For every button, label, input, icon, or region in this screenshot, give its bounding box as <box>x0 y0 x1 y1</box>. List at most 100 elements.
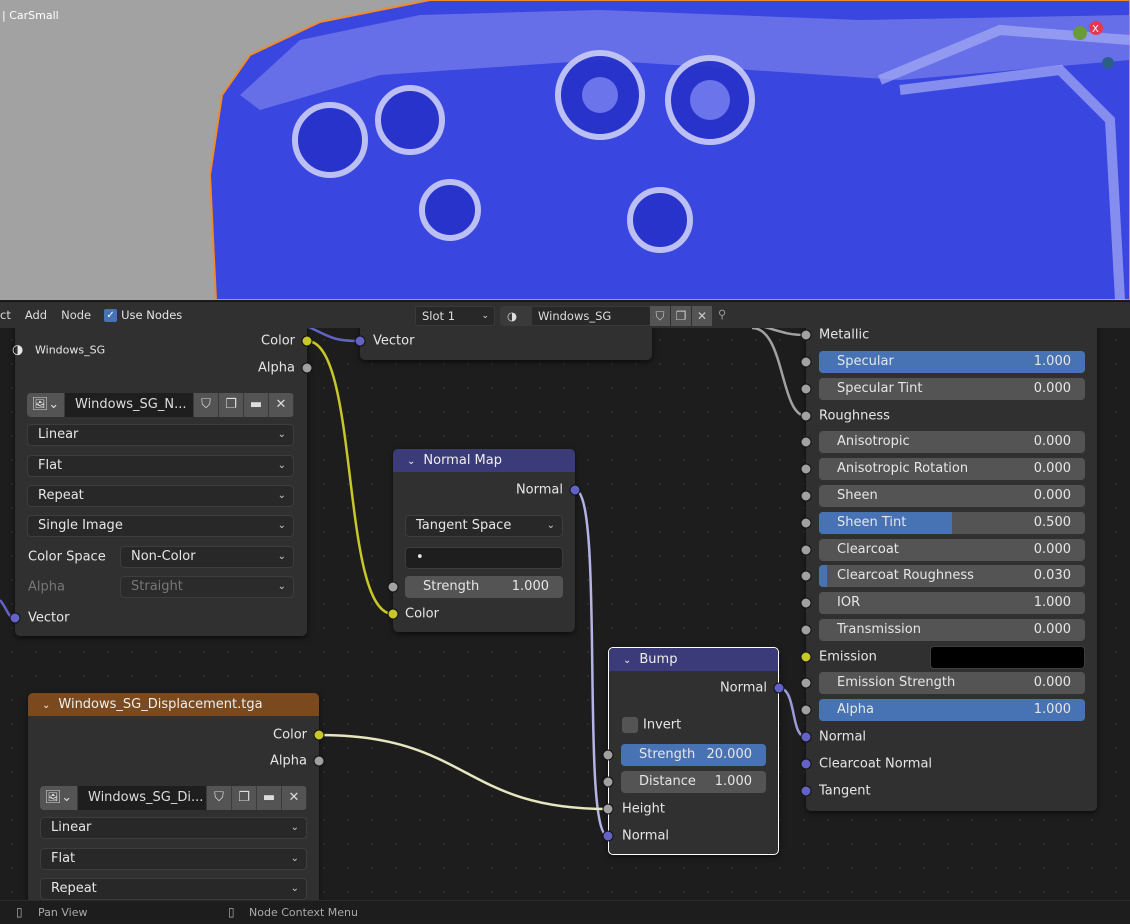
invert-checkbox[interactable] <box>622 717 638 733</box>
strength-slider[interactable]: Strength 1.000 <box>405 576 563 598</box>
image-name-field[interactable]: Windows_SG_Di... <box>78 786 207 810</box>
open-folder-icon[interactable]: ▬ <box>244 393 269 417</box>
clearcoat-normal-input-socket[interactable] <box>800 758 812 770</box>
normal-input-socket[interactable] <box>602 830 614 842</box>
use-nodes-toggle[interactable]: ✓ Use Nodes <box>104 308 182 322</box>
clearcoat-input-socket[interactable] <box>800 544 812 556</box>
image-name-field[interactable]: Windows_SG_N... <box>65 393 194 417</box>
strength-slider[interactable]: Strength 20.000 <box>621 744 766 766</box>
distance-slider[interactable]: Distance 1.000 <box>621 771 766 793</box>
space-dropdown[interactable]: Tangent Space ⌄ <box>405 515 563 537</box>
fake-user-shield-icon[interactable]: ⛉ <box>650 306 670 326</box>
emission-input-socket[interactable] <box>800 651 812 663</box>
node-header[interactable]: ⌄ Normal Map <box>393 449 575 472</box>
menu-select[interactable]: ct <box>0 308 11 322</box>
interpolation-dropdown[interactable]: Linear ⌄ <box>40 817 307 839</box>
socket-label: Alpha <box>258 360 295 376</box>
material-browse-button[interactable]: ◑ <box>500 306 532 326</box>
collapse-chevron-icon[interactable]: ⌄ <box>42 700 50 711</box>
pin-icon[interactable]: ⚲ <box>718 307 726 321</box>
checkbox-checked-icon[interactable]: ✓ <box>104 308 118 322</box>
clearcoat-roughness-slider[interactable]: Clearcoat Roughness 0.030 <box>819 565 1085 587</box>
menu-add[interactable]: Add <box>25 308 47 322</box>
anisotropic-rotation-input-socket[interactable] <box>800 463 812 475</box>
interpolation-dropdown[interactable]: Linear ⌄ <box>27 424 294 446</box>
color-input-socket[interactable] <box>387 608 399 620</box>
ior-slider[interactable]: IOR 1.000 <box>819 592 1085 614</box>
emission-color-swatch[interactable] <box>930 646 1085 669</box>
specular-tint-input-socket[interactable] <box>800 383 812 395</box>
color-output-socket[interactable] <box>301 335 313 347</box>
collapse-chevron-icon[interactable]: ⌄ <box>623 655 631 666</box>
transmission-input-socket[interactable] <box>800 624 812 636</box>
material-name-field[interactable]: Windows_SG <box>531 306 651 326</box>
sheen-input-socket[interactable] <box>800 490 812 502</box>
transmission-slider[interactable]: Transmission 0.000 <box>819 619 1085 641</box>
color-space-dropdown[interactable]: Non-Color ⌄ <box>120 546 294 568</box>
image-browse-icon[interactable]: 🖼⌄ <box>40 786 78 810</box>
duplicate-icon[interactable]: ❐ <box>232 786 257 810</box>
ior-input-socket[interactable] <box>800 597 812 609</box>
slider-value: 1.000 <box>1033 354 1071 369</box>
close-icon[interactable]: ✕ <box>269 393 294 417</box>
anisotropic-input-socket[interactable] <box>800 436 812 448</box>
slider-label: Specular Tint <box>837 381 923 396</box>
duplicate-icon[interactable]: ❐ <box>219 393 244 417</box>
alpha-slider[interactable]: Alpha 1.000 <box>819 699 1085 721</box>
image-browse-icon[interactable]: 🖼⌄ <box>27 393 65 417</box>
uv-map-field[interactable]: • <box>405 547 563 569</box>
node-header[interactable]: ⌄ Windows_SG_Displacement.tga <box>28 693 319 716</box>
distance-input-socket[interactable] <box>602 776 614 788</box>
node-canvas[interactable]: ◑ Windows_SG Color Alpha 🖼⌄ Windows_SG_N... ⛉ ❐… <box>0 328 1130 900</box>
close-icon[interactable]: ✕ <box>692 306 712 326</box>
anisotropic-slider[interactable]: Anisotropic 0.000 <box>819 431 1085 453</box>
tangent-input-socket[interactable] <box>800 785 812 797</box>
anisotropic-rotation-slider[interactable]: Anisotropic Rotation 0.000 <box>819 458 1085 480</box>
fake-user-shield-icon[interactable]: ⛉ <box>207 786 232 810</box>
normal-output-socket[interactable] <box>773 682 785 694</box>
menu-node[interactable]: Node <box>61 308 91 322</box>
collapse-chevron-icon[interactable]: ⌄ <box>407 456 415 467</box>
color-output-socket[interactable] <box>313 729 325 741</box>
strength-input-socket[interactable] <box>602 749 614 761</box>
projection-dropdown[interactable]: Flat ⌄ <box>27 455 294 477</box>
alpha-output-socket[interactable] <box>313 755 325 767</box>
open-folder-icon[interactable]: ▬ <box>257 786 282 810</box>
extension-dropdown[interactable]: Repeat ⌄ <box>40 878 307 900</box>
roughness-input-socket[interactable] <box>800 410 812 422</box>
3d-viewport[interactable]: X | CarSmall <box>0 0 1130 300</box>
vector-input-socket[interactable] <box>354 335 366 347</box>
projection-dropdown[interactable]: Flat ⌄ <box>40 848 307 870</box>
specular-input-socket[interactable] <box>800 356 812 368</box>
image-selector[interactable]: 🖼⌄ Windows_SG_Di... ⛉ ❐ ▬ ✕ <box>40 786 307 810</box>
alpha-output-socket[interactable] <box>301 362 313 374</box>
slider-value: 0.000 <box>1033 488 1071 503</box>
sheen-slider[interactable]: Sheen 0.000 <box>819 485 1085 507</box>
alpha-input-socket[interactable] <box>800 704 812 716</box>
emission-strength-slider[interactable]: Emission Strength 0.000 <box>819 672 1085 694</box>
source-dropdown[interactable]: Single Image ⌄ <box>27 515 294 537</box>
clearcoat-slider[interactable]: Clearcoat 0.000 <box>819 539 1085 561</box>
normal-map-node[interactable]: ⌄ Normal Map <box>393 449 575 632</box>
height-input-socket[interactable] <box>602 803 614 815</box>
specular-slider[interactable]: Specular 1.000 <box>819 351 1085 373</box>
node-header[interactable]: ⌄ Bump <box>609 648 778 671</box>
vector-input-socket[interactable] <box>9 612 21 624</box>
strength-input-socket[interactable] <box>387 581 399 593</box>
clearcoat-roughness-input-socket[interactable] <box>800 570 812 582</box>
metallic-input-socket[interactable] <box>800 329 812 341</box>
sheen-tint-slider[interactable]: Sheen Tint 0.500 <box>819 512 1085 534</box>
projection-dropdown-value: Flat <box>51 851 76 866</box>
specular-tint-slider[interactable]: Specular Tint 0.000 <box>819 378 1085 400</box>
fake-user-shield-icon[interactable]: ⛉ <box>194 393 219 417</box>
slot-dropdown[interactable]: Slot 1 ⌄ <box>415 306 495 326</box>
close-icon[interactable]: ✕ <box>282 786 307 810</box>
alpha-mode-dropdown-value: Straight <box>131 579 183 594</box>
image-selector[interactable]: 🖼⌄ Windows_SG_N... ⛉ ❐ ▬ ✕ <box>27 393 294 417</box>
emission-strength-input-socket[interactable] <box>800 677 812 689</box>
extension-dropdown[interactable]: Repeat ⌄ <box>27 485 294 507</box>
duplicate-icon[interactable]: ❐ <box>671 306 691 326</box>
normal-output-socket[interactable] <box>569 484 581 496</box>
normal-input-socket[interactable] <box>800 731 812 743</box>
sheen-tint-input-socket[interactable] <box>800 517 812 529</box>
